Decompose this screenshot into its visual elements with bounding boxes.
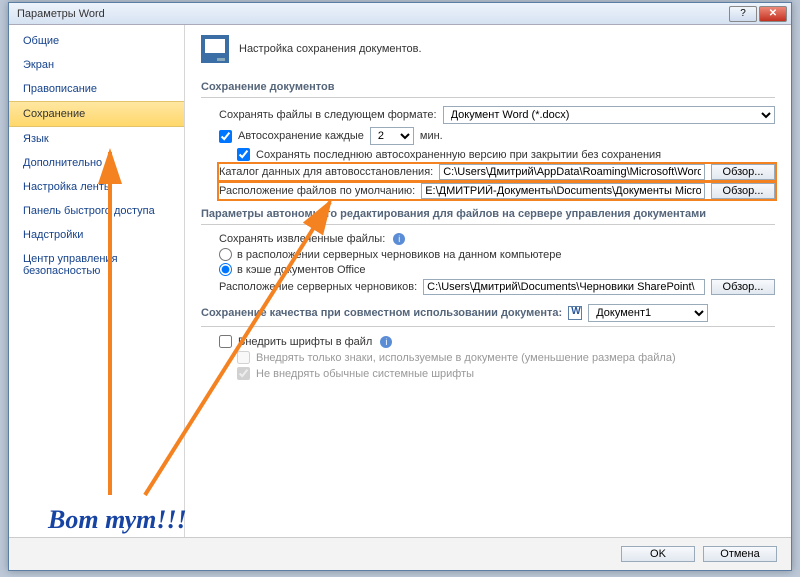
sidebar-item-trust[interactable]: Центр управления безопасностью: [9, 247, 184, 283]
no-sys-fonts-label: Не внедрять обычные системные шрифты: [256, 368, 474, 380]
embed-only-used-checkbox: [237, 351, 250, 364]
server-drafts-input[interactable]: [423, 279, 705, 295]
server-drafts-label: Расположение серверных черновиков:: [219, 281, 417, 293]
radio-office-cache-label: в кэше документов Office: [237, 264, 366, 276]
window-buttons: ? ✕: [729, 6, 787, 22]
options-dialog: Параметры Word ? ✕ Общие Экран Правописа…: [8, 2, 792, 571]
radio-office-cache[interactable]: [219, 263, 232, 276]
save-format-select[interactable]: Документ Word (*.docx): [443, 106, 775, 124]
autorecover-path-label: Каталог данных для автовосстановления:: [219, 166, 433, 178]
autorecover-browse-button[interactable]: Обзор...: [711, 164, 775, 180]
annotation-text: Вот тут!!!: [48, 505, 187, 535]
sidebar-item-general[interactable]: Общие: [9, 29, 184, 53]
sidebar-item-ribbon[interactable]: Настройка ленты: [9, 175, 184, 199]
help-icon[interactable]: i: [380, 336, 392, 348]
autosave-minutes[interactable]: 2: [370, 127, 414, 145]
save-checkedout-label: Сохранять извлеченные файлы:: [219, 233, 385, 245]
section-preserve-fidelity: Сохранение качества при совместном испол…: [201, 298, 775, 327]
autosave-label: Автосохранение каждые: [238, 130, 364, 142]
cancel-button[interactable]: Отмена: [703, 546, 777, 562]
autorecover-path-input[interactable]: [439, 164, 705, 180]
sidebar-item-qat[interactable]: Панель быстрого доступа: [9, 199, 184, 223]
section-save-documents: Сохранение документов: [201, 75, 775, 98]
ok-button[interactable]: OK: [621, 546, 695, 562]
content-pane: Настройка сохранения документов. Сохране…: [185, 25, 791, 537]
sidebar: Общие Экран Правописание Сохранение Язык…: [9, 25, 185, 537]
default-location-label: Расположение файлов по умолчанию:: [219, 185, 415, 197]
dialog-footer: OK Отмена: [9, 537, 791, 570]
embed-fonts-label: Внедрить шрифты в файл: [238, 336, 372, 348]
help-button[interactable]: ?: [729, 6, 757, 22]
close-button[interactable]: ✕: [759, 6, 787, 22]
document-icon: [568, 306, 582, 320]
help-icon[interactable]: i: [393, 233, 405, 245]
no-sys-fonts-checkbox: [237, 367, 250, 380]
server-drafts-browse-button[interactable]: Обзор...: [711, 279, 775, 295]
embed-only-used-label: Внедрять только знаки, используемые в до…: [256, 352, 676, 364]
keep-last-autosave-checkbox[interactable]: [237, 148, 250, 161]
radio-server-drafts-label: в расположении серверных черновиков на д…: [237, 249, 561, 261]
save-format-label: Сохранять файлы в следующем формате:: [219, 109, 437, 121]
sidebar-item-advanced[interactable]: Дополнительно: [9, 151, 184, 175]
section-server-offline: Параметры автономного редактирования для…: [201, 202, 775, 225]
save-icon: [201, 35, 229, 63]
sidebar-item-save[interactable]: Сохранение: [9, 101, 184, 127]
default-location-input[interactable]: [421, 183, 705, 199]
sidebar-item-addins[interactable]: Надстройки: [9, 223, 184, 247]
window-title: Параметры Word: [17, 8, 729, 20]
section-preserve-fidelity-label: Сохранение качества при совместном испол…: [201, 307, 562, 319]
sidebar-item-display[interactable]: Экран: [9, 53, 184, 77]
radio-server-drafts[interactable]: [219, 248, 232, 261]
titlebar: Параметры Word ? ✕: [9, 3, 791, 25]
dialog-body: Общие Экран Правописание Сохранение Язык…: [9, 25, 791, 537]
page-header: Настройка сохранения документов.: [201, 35, 775, 63]
sidebar-item-language[interactable]: Язык: [9, 127, 184, 151]
autosave-unit: мин.: [420, 130, 443, 142]
page-title: Настройка сохранения документов.: [239, 43, 422, 55]
embed-fonts-checkbox[interactable]: [219, 335, 232, 348]
sidebar-item-proofing[interactable]: Правописание: [9, 77, 184, 101]
autosave-checkbox[interactable]: [219, 130, 232, 143]
default-location-browse-button[interactable]: Обзор...: [711, 183, 775, 199]
keep-last-autosave-label: Сохранять последнюю автосохраненную верс…: [256, 149, 661, 161]
fidelity-document-select[interactable]: Документ1: [588, 304, 708, 322]
